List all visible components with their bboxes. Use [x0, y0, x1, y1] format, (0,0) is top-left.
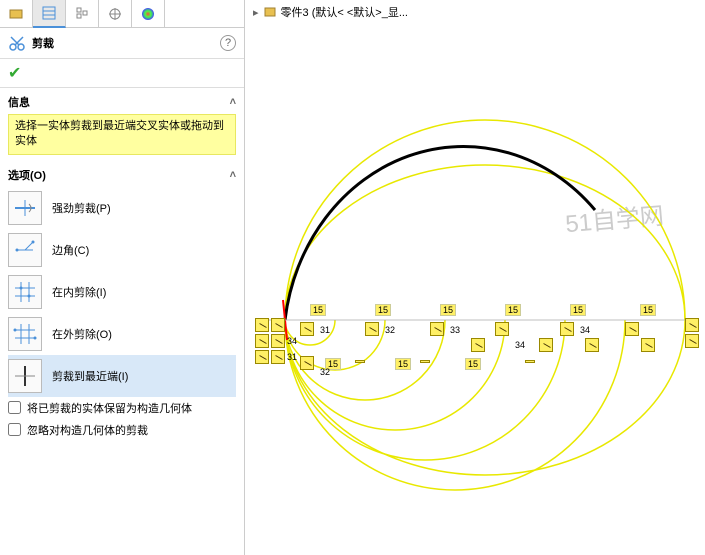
tab-config[interactable] [66, 0, 99, 28]
constraint-icon[interactable] [355, 360, 365, 363]
option-corner[interactable]: 边角(C) [8, 229, 236, 271]
tab-property-manager[interactable] [33, 0, 66, 28]
dimension[interactable]: 15 [375, 304, 391, 316]
constraint-icon[interactable] [585, 338, 599, 352]
constraint-icon[interactable] [641, 338, 655, 352]
constraint-icon[interactable] [271, 334, 285, 348]
constraint-icon[interactable] [685, 318, 699, 332]
trim-icon [8, 34, 26, 52]
constraint-icon[interactable] [625, 322, 639, 336]
point-label: 34 [515, 340, 525, 350]
option-power-trim[interactable]: 强劲剪裁(P) [8, 187, 236, 229]
constraint-icon[interactable] [271, 318, 285, 332]
option-trim-closest[interactable]: 剪裁到最近端(I) [8, 355, 236, 397]
dimension[interactable]: 15 [465, 358, 481, 370]
constraint-icon[interactable] [471, 338, 485, 352]
sketch-canvas [245, 0, 705, 555]
option-trim-outside[interactable]: 在外剪除(O) [8, 313, 236, 355]
tab-appearance[interactable] [132, 0, 165, 28]
graphics-viewport[interactable]: ▸ 零件3 (默认< <默认>_显... 51自学网 15 15 15 15 1… [245, 0, 705, 555]
dimension[interactable]: 15 [440, 304, 456, 316]
dimension[interactable]: 15 [505, 304, 521, 316]
dimension[interactable]: 15 [570, 304, 586, 316]
constraint-icon[interactable] [430, 322, 444, 336]
ok-button[interactable]: ✔ [8, 65, 21, 82]
info-message: 选择一实体剪裁到最近端交叉实体或拖动到实体 [8, 114, 236, 155]
constraint-icon[interactable] [495, 322, 509, 336]
point-label: 32 [320, 367, 330, 377]
constraint-icon[interactable] [255, 318, 269, 332]
constraint-icon[interactable] [539, 338, 553, 352]
property-tabs [0, 0, 244, 28]
dimension[interactable]: 15 [395, 358, 411, 370]
help-button[interactable]: ? [220, 35, 236, 51]
constraint-icon[interactable] [300, 356, 314, 370]
point-label: 32 [385, 325, 395, 335]
chevron-up-icon: ˄ [230, 96, 236, 108]
point-label: 31 [287, 352, 297, 362]
dimension[interactable]: 15 [310, 304, 326, 316]
chevron-up-icon: ˄ [230, 169, 236, 181]
constraint-icon[interactable] [300, 322, 314, 336]
dimension[interactable]: 15 [640, 304, 656, 316]
constraint-icon[interactable] [420, 360, 430, 363]
constraint-icon[interactable] [525, 360, 535, 363]
point-label: 34 [580, 325, 590, 335]
tab-dimxpert[interactable] [99, 0, 132, 28]
constraint-icon[interactable] [365, 322, 379, 336]
check-ignore-construction[interactable]: 忽略对构造几何体的剪裁 [8, 419, 236, 441]
point-label: 31 [320, 325, 330, 335]
option-trim-inside[interactable]: 在内剪除(I) [8, 271, 236, 313]
constraint-icon[interactable] [255, 334, 269, 348]
point-label: 34 [287, 336, 297, 346]
point-label: 33 [450, 325, 460, 335]
constraint-icon[interactable] [685, 334, 699, 348]
tab-features[interactable] [0, 0, 33, 28]
options-header[interactable]: 选项(O)˄ [8, 167, 236, 183]
panel-title: 剪裁 [32, 35, 220, 51]
constraint-icon[interactable] [271, 350, 285, 364]
check-keep-trimmed[interactable]: 将已剪裁的实体保留为构造几何体 [8, 397, 236, 419]
constraint-icon[interactable] [255, 350, 269, 364]
constraint-icon[interactable] [560, 322, 574, 336]
info-header[interactable]: 信息˄ [8, 94, 236, 110]
